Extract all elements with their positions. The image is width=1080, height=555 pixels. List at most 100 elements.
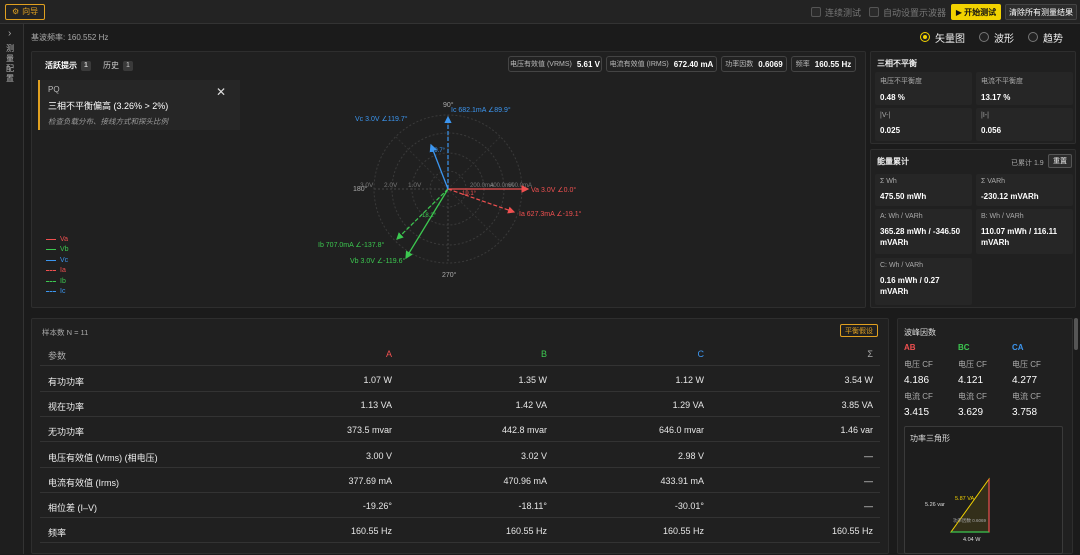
phasor-label-vb: Vb 3.0V ∠-119.6° (350, 257, 405, 265)
checkbox-box[interactable] (869, 7, 879, 17)
count-badge: 1 (123, 60, 133, 71)
auto-scope-checkbox[interactable]: 自动设置示波器 (869, 6, 946, 18)
crest-voltage-label: 电压 CF (904, 360, 933, 369)
active-power-label: 4.04 W (963, 537, 981, 543)
crest-group-name: CA (1012, 343, 1024, 352)
view-vector-radio[interactable]: 矢量图 (920, 31, 965, 45)
radio-dot[interactable] (979, 32, 989, 42)
energy-phase-a: A: Wh / VARh 365.28 mWh / -346.50 mVARh (875, 209, 972, 254)
pill-vrms: 电压有效值 (VRMS) 5.61 V (508, 56, 602, 72)
legend-line-icon (46, 238, 56, 240)
start-test-button[interactable]: ▶ 开始测试 (951, 4, 1001, 20)
legend-line-icon (46, 280, 56, 282)
crest-current-value: 3.629 (958, 407, 984, 418)
auto-scope-label: 自动设置示波器 (883, 7, 947, 18)
cell-label: 电压不平衡度 (880, 78, 922, 85)
table-cell: 3.02 V (520, 450, 547, 461)
legend-label: Vb (60, 246, 69, 254)
table-cell: 电压有效值 (Vrms) (相电压) (48, 452, 158, 463)
close-icon[interactable]: ✕ (216, 85, 226, 99)
reactive-power-label: 5.26 var (925, 502, 945, 508)
table-cell: 电流有效值 (Irms) (48, 477, 119, 488)
cell-value: 365.28 mWh / -346.50 mVARh (880, 227, 961, 247)
table-cell: 1.12 W (675, 375, 704, 385)
table-row: 相位差 (I–V) -19.26° -18.11° -30.01° — (40, 493, 880, 518)
table-cell: 1.35 W (518, 375, 547, 385)
column-header: 参数 (48, 351, 67, 361)
phasor-label-vc: Vc 3.0V ∠119.7° (355, 115, 408, 123)
table-cell: 3.54 W (844, 375, 873, 385)
clear-results-button[interactable]: 清除所有测量结果 (1005, 4, 1077, 20)
tab-active-alerts[interactable]: 活跃提示 1 (45, 60, 91, 71)
cell-label: B: Wh / VARh (981, 213, 1024, 220)
phasor-ia (447, 188, 516, 214)
table-cell: 3.00 V (365, 450, 392, 461)
legend-item: Vc (46, 255, 69, 266)
table-cell: — (864, 450, 873, 461)
crest-voltage-label: 电压 CF (1012, 360, 1041, 369)
view-vector-label: 矢量图 (935, 33, 965, 45)
table-cell: 视在功率 (48, 402, 85, 413)
table-row: 视在功率 1.13 VA 1.42 VA 1.29 VA 3.85 VA (40, 392, 880, 418)
continuous-test-label: 连续测试 (825, 7, 862, 18)
reset-label: 重置 (1053, 158, 1067, 165)
energy-panel: 能量累计 已累计 1.9 重置 Σ Wh 475.50 mWh Σ VARh -… (870, 149, 1076, 308)
table-cell: 3.85 VA (841, 400, 873, 411)
table-cell: 2.98 V (677, 450, 704, 461)
radio-dot[interactable] (920, 32, 930, 42)
cell-label: A: Wh / VARh (880, 213, 923, 220)
legend-item: Va (46, 234, 69, 245)
sample-count: 样本数 N = 11 (42, 328, 89, 337)
imbalance-voltage: 电压不平衡度 0.48 % (875, 72, 972, 105)
table-cell: 1.07 W (363, 375, 392, 385)
cell-value: 0.056 (981, 126, 1002, 135)
crest-voltage-value: 4.186 (904, 375, 930, 386)
legend-label: Va (60, 235, 69, 243)
alert-hint: 检查负载分布、接线方式和探头比例 (48, 117, 168, 126)
table-cell: 160.55 Hz (662, 526, 704, 537)
legend-item: Ib (46, 276, 69, 287)
table-cell: 1.29 VA (672, 400, 704, 411)
measure-config-label[interactable]: 测量配置 (6, 44, 18, 84)
legend-label: Ia (60, 267, 66, 275)
count-badge: 1 (81, 60, 91, 71)
phasor-label-ic: Ic 682.1mA ∠89.9° (451, 106, 511, 114)
cell-value: -230.12 mVARh (981, 192, 1039, 201)
view-waveform-radio[interactable]: 波形 (979, 31, 1014, 45)
cell-label: |I-| (981, 112, 989, 119)
table-cell: -19.26° (362, 501, 392, 511)
crest-current-value: 3.415 (904, 407, 930, 418)
view-trend-label: 趋势 (1043, 33, 1063, 45)
table-cell: 160.55 Hz (831, 526, 873, 537)
table-cell: -18.11° (518, 501, 547, 511)
cell-value: 0.48 % (880, 93, 905, 102)
tab-history[interactable]: 历史 1 (103, 60, 133, 71)
cell-value: 475.50 mWh (880, 192, 927, 201)
negative-seq-voltage: |V-| 0.025 (875, 108, 972, 141)
left-rail: › 测量配置 (0, 24, 24, 554)
checkbox-box[interactable] (811, 7, 821, 17)
crest-current-label: 电流 CF (958, 392, 987, 401)
crest-voltage-value: 4.277 (1012, 375, 1038, 386)
chevron-right-icon[interactable]: › (8, 28, 11, 39)
continuous-test-checkbox[interactable]: 连续测试 (811, 6, 861, 18)
reset-button[interactable]: 重置 (1048, 154, 1072, 168)
cell-label: C: Wh / VARh (880, 262, 924, 269)
view-trend-radio[interactable]: 趋势 (1028, 31, 1063, 45)
energy-phase-b: B: Wh / VARh 110.07 mWh / 116.11 mVARh (976, 209, 1073, 254)
wizard-button[interactable]: ⚙ 向导 (5, 4, 46, 20)
apparent-power-label: 5.87 VA (955, 496, 974, 502)
phasor-label-va: Va 3.0V ∠0.0° (531, 186, 576, 194)
play-icon: ▶ (955, 7, 963, 17)
table-cell: 1.46 var (840, 425, 873, 436)
column-header: B (540, 349, 547, 359)
ring-label: 600.0mA (508, 183, 532, 189)
energy-phase-c: C: Wh / VARh 0.16 mWh / 0.27 mVARh (875, 258, 972, 305)
scrollbar[interactable] (1074, 318, 1078, 350)
radio-dot[interactable] (1028, 32, 1038, 42)
balance-assumption-button[interactable]: 平衡假设 (840, 324, 878, 337)
clear-results-label: 清除所有测量结果 (1009, 7, 1073, 17)
table-row: 频率 160.55 Hz 160.55 Hz 160.55 Hz 160.55 Hz (40, 518, 880, 544)
crest-current-label: 电流 CF (1012, 392, 1041, 401)
table-cell: 433.91 mA (660, 475, 704, 486)
